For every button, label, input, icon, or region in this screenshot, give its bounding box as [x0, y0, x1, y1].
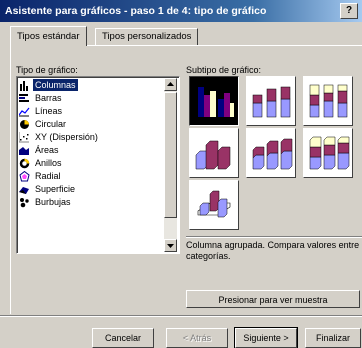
subtype-clustered-column[interactable] [189, 76, 239, 126]
list-item-label: Burbujas [35, 197, 71, 207]
subtype-3d-100-stacked-column[interactable] [303, 128, 353, 178]
list-item-circular[interactable]: Circular [19, 118, 163, 130]
area-chart-icon [19, 145, 30, 156]
stacked-column-icon [252, 86, 291, 118]
list-item-label: Superficie [35, 184, 76, 194]
list-item-anillos[interactable]: Anillos [19, 157, 163, 169]
list-item-lineas[interactable]: Líneas [18, 105, 163, 117]
list-item-label: Barras [35, 93, 62, 103]
3d-column-icon [197, 190, 231, 218]
preview-button[interactable]: Presionar para ver muestra [186, 290, 360, 308]
chart-type-label: Tipo de gráfico: [16, 65, 78, 75]
list-item-radial[interactable]: Radial [19, 170, 163, 182]
window-title: Asistente para gráficos - paso 1 de 4: t… [5, 5, 267, 17]
footer-divider [0, 315, 362, 317]
list-item-label: Áreas [35, 145, 59, 155]
list-item-label: Columnas [33, 79, 78, 91]
subtype-3d-clustered-column[interactable] [189, 128, 239, 178]
scroll-thumb[interactable] [164, 92, 177, 218]
help-button[interactable]: ? [340, 3, 358, 19]
arrow-up-icon [167, 82, 174, 86]
list-item-areas[interactable]: Áreas [19, 144, 163, 156]
list-item-label: Circular [35, 119, 67, 129]
scatter-chart-icon [18, 131, 30, 143]
scroll-up-button[interactable] [164, 78, 177, 91]
back-button[interactable]: < Atrás [166, 328, 228, 348]
scroll-down-button[interactable] [164, 239, 177, 252]
finish-button[interactable]: Finalizar [305, 328, 361, 348]
bubble-chart-icon [19, 197, 30, 208]
line-chart-icon [18, 106, 30, 117]
list-item-columnas[interactable]: Columnas [19, 79, 163, 91]
radar-chart-icon [19, 170, 30, 182]
3d-percent-stacked-column-icon [309, 136, 350, 170]
chart-type-list[interactable]: Columnas Barras Líneas Circular XY (Disp… [16, 76, 180, 254]
list-item-burbujas[interactable]: Burbujas [19, 196, 163, 208]
3d-clustered-column-icon [195, 140, 231, 170]
list-item-label: Anillos [35, 158, 62, 168]
cancel-button[interactable]: Cancelar [92, 328, 154, 348]
arrow-down-icon [167, 244, 174, 248]
list-item-label: Radial [35, 171, 61, 181]
subtype-100-stacked-column[interactable] [303, 76, 353, 126]
list-scrollbar[interactable] [164, 78, 177, 252]
subtype-label: Subtipo de gráfico: [186, 65, 262, 75]
percent-stacked-column-icon [309, 84, 348, 118]
list-item-superficie[interactable]: Superficie [19, 183, 163, 195]
subtype-3d-stacked-column[interactable] [246, 128, 296, 178]
surface-chart-icon [19, 184, 30, 195]
column-chart-icon [19, 80, 30, 91]
bar-chart-icon [19, 93, 30, 104]
clustered-column-icon [198, 87, 234, 117]
list-item-barras[interactable]: Barras [19, 92, 163, 104]
subtype-description: Columna agrupada. Compara valores entre … [186, 240, 360, 261]
list-item-label: XY (Dispersión) [35, 132, 98, 142]
subtype-stacked-column[interactable] [246, 76, 296, 126]
tab-custom-types[interactable]: Tipos personalizados [95, 28, 199, 46]
description-divider [186, 236, 362, 238]
title-bar: Asistente para gráficos - paso 1 de 4: t… [0, 0, 362, 22]
tab-standard-types[interactable]: Tipos estándar [10, 26, 87, 46]
doughnut-chart-icon [19, 158, 30, 169]
list-item-xy[interactable]: XY (Dispersión) [18, 131, 163, 143]
pie-chart-icon [19, 119, 30, 130]
subtype-3d-column[interactable] [189, 180, 239, 230]
list-item-label: Líneas [35, 106, 63, 116]
3d-stacked-column-icon [252, 138, 293, 170]
next-button[interactable]: Siguiente > [234, 327, 298, 348]
